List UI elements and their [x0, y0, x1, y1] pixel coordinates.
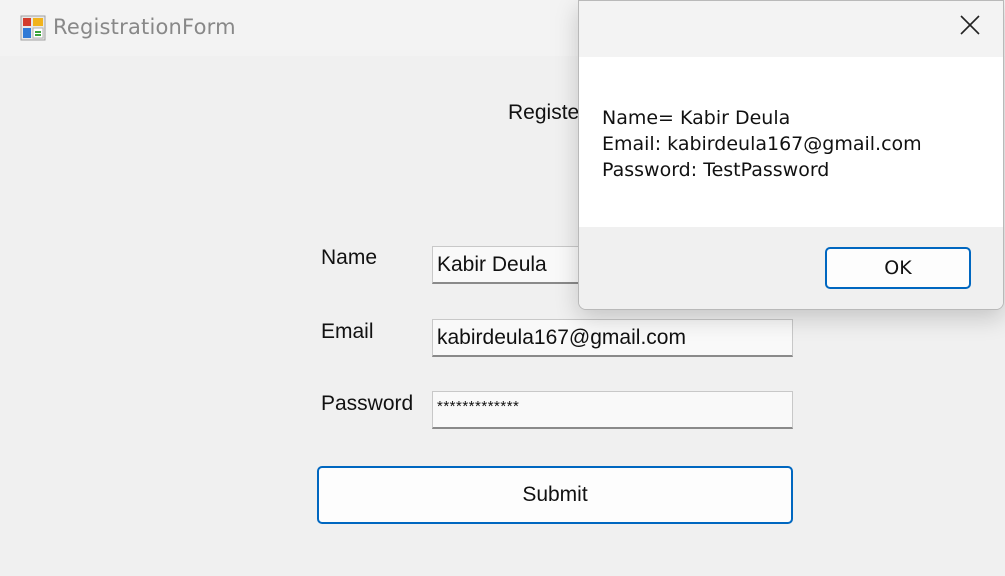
submit-button-label: Submit: [522, 483, 588, 506]
message-box-body: Name= Kabir Deula Email: kabirdeula167@g…: [579, 57, 1003, 227]
ok-button-label: OK: [884, 257, 912, 279]
password-input-value: *************: [437, 398, 520, 415]
message-box-dialog: Name= Kabir Deula Email: kabirdeula167@g…: [578, 0, 1004, 310]
name-label: Name: [321, 246, 378, 269]
close-button[interactable]: [947, 7, 993, 43]
password-input[interactable]: *************: [432, 391, 793, 429]
message-line-name: Name= Kabir Deula: [602, 107, 791, 129]
message-line-password: Password: TestPassword: [602, 159, 830, 181]
message-box-title-bar[interactable]: [579, 1, 1003, 57]
windows-form-icon: [20, 15, 46, 41]
name-input-value: Kabir Deula: [437, 252, 547, 276]
password-label: Password: [321, 392, 414, 415]
window-title: RegistrationForm: [53, 15, 236, 39]
ok-button[interactable]: OK: [825, 247, 971, 289]
submit-button[interactable]: Submit: [317, 466, 793, 524]
message-line-email: Email: kabirdeula167@gmail.com: [602, 133, 922, 155]
message-text: Name= Kabir Deula Email: kabirdeula167@g…: [602, 105, 922, 183]
registration-form-window: RegistrationForm Registe Name Kabir Deul…: [0, 0, 1005, 576]
email-input[interactable]: kabirdeula167@gmail.com: [432, 319, 793, 357]
close-icon: [960, 15, 980, 35]
email-label: Email: [321, 320, 374, 343]
message-box-footer: OK: [579, 227, 1003, 309]
form-heading: Registe: [508, 101, 580, 124]
email-input-value: kabirdeula167@gmail.com: [437, 325, 686, 349]
